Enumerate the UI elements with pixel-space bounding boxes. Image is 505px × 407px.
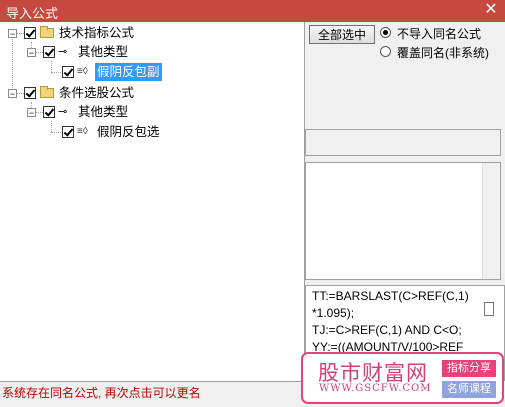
tree-node-label: 其他类型 xyxy=(78,105,129,119)
tree-node-label: 其他类型 xyxy=(78,45,129,59)
collapse-icon[interactable]: − xyxy=(27,108,36,118)
vertical-scrollbar[interactable] xyxy=(482,163,500,279)
tree-node-other-type[interactable]: − ⊸ 其他类型 xyxy=(0,43,300,61)
tree-node-checkbox[interactable] xyxy=(43,106,55,118)
watermark-tag-courses: 名师课程 xyxy=(442,381,496,398)
tree-node-label: 技术指标公式 xyxy=(59,26,135,40)
code-scrollbar-thumb[interactable] xyxy=(484,302,494,316)
tree-node-other-type[interactable]: − ⊸ 其他类型 xyxy=(0,103,300,121)
tree-node-screening-formulas[interactable]: − 条件选股公式 xyxy=(0,84,300,102)
folder-icon xyxy=(40,86,54,98)
collapse-icon[interactable]: − xyxy=(27,48,36,58)
tree-node-label-selected: 假阴反包副 xyxy=(95,63,162,81)
overwrite-radio[interactable] xyxy=(380,46,391,57)
collapse-icon[interactable]: − xyxy=(8,29,17,39)
close-icon[interactable]: ✕ xyxy=(483,1,499,19)
watermark-logo: 股市财富网 WWW.GSCFW.COM 指标分享 名师课程 xyxy=(301,352,504,404)
skip-duplicates-radio[interactable] xyxy=(380,27,391,38)
watermark-tag-indicators: 指标分享 xyxy=(442,360,496,377)
formula-icon: ≡◊ xyxy=(77,126,88,137)
tree-node-label: 条件选股公式 xyxy=(59,86,135,100)
key-icon: ⊸ xyxy=(58,46,68,58)
tree-node-formula[interactable]: ≡◊ 假阴反包选 xyxy=(0,123,300,141)
formula-tree[interactable]: − 技术指标公式 − ⊸ 其他类型 ≡◊ 假阴反包副 − 条件选股公式 − ⊸ … xyxy=(0,22,305,382)
skip-duplicates-label[interactable]: 不导入同名公式 xyxy=(397,25,481,42)
tree-node-checkbox[interactable] xyxy=(62,126,74,138)
tree-node-checkbox[interactable] xyxy=(24,27,36,39)
formula-icon: ≡◊ xyxy=(77,66,88,77)
select-all-button[interactable]: 全部选中 xyxy=(309,25,375,44)
watermark-url: WWW.GSCFW.COM xyxy=(319,383,432,394)
tree-node-checkbox[interactable] xyxy=(62,66,74,78)
tree-node-checkbox[interactable] xyxy=(24,87,36,99)
tree-node-checkbox[interactable] xyxy=(43,46,55,58)
tree-node-formula[interactable]: ≡◊ 假阴反包副 xyxy=(0,63,300,81)
window-title: 导入公式 xyxy=(6,6,59,21)
folder-icon xyxy=(40,26,54,38)
tree-node-indicator-formulas[interactable]: − 技术指标公式 xyxy=(0,24,300,42)
overwrite-label[interactable]: 覆盖同名(非系统) xyxy=(397,44,489,61)
key-icon: ⊸ xyxy=(58,106,68,118)
code-line: TJ:=C>REF(C,1) AND C<O; xyxy=(312,323,462,337)
code-line: *1.095); xyxy=(312,306,355,320)
collapse-icon[interactable]: − xyxy=(8,89,17,99)
code-line: TT:=BARSLAST(C>REF(C,1) xyxy=(312,289,469,303)
description-box[interactable] xyxy=(305,162,501,280)
info-box xyxy=(305,129,501,156)
title-bar: 导入公式 ✕ xyxy=(0,0,505,22)
tree-node-label: 假阴反包选 xyxy=(97,125,160,139)
status-message: 系统存在同名公式, 再次点击可以更名 xyxy=(2,386,201,400)
